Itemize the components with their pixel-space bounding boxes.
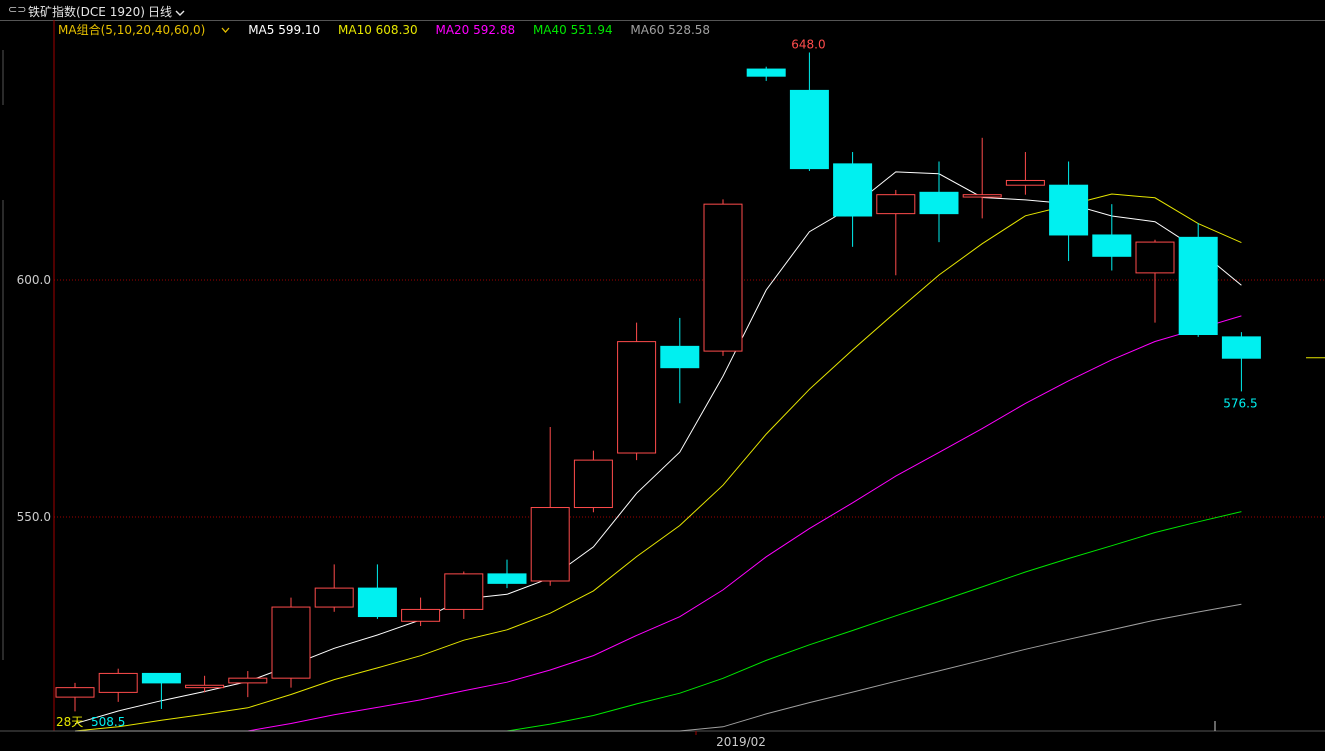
legend-ma10: MA10 608.30 xyxy=(338,23,418,37)
period-selector[interactable]: 日线 xyxy=(148,3,185,20)
legend-ma5: MA5 599.10 xyxy=(248,23,321,37)
candle-body[interactable] xyxy=(833,163,873,217)
candle-body[interactable] xyxy=(703,203,743,352)
ma10-line xyxy=(74,193,1242,732)
candle-body[interactable] xyxy=(1005,179,1045,186)
candlestick-chart[interactable]: 600.0 550.0 2019/02 648.0 576.5 28天 508.5 xyxy=(0,20,1325,751)
candle-body[interactable] xyxy=(962,194,1002,198)
high-price-label: 648.0 xyxy=(791,37,825,51)
candle-body[interactable] xyxy=(185,684,225,689)
candle-body[interactable] xyxy=(919,191,959,215)
legend-ma20: MA20 592.88 xyxy=(435,23,516,37)
candle-body[interactable] xyxy=(98,672,138,693)
candle-body[interactable] xyxy=(660,345,700,369)
candle-body[interactable] xyxy=(789,89,829,170)
symbol-title[interactable]: 铁矿指数(DCE 1920) xyxy=(28,3,145,20)
candle-body[interactable] xyxy=(314,587,354,608)
candle-body[interactable] xyxy=(573,459,613,509)
legend-ma-combo-label: MA组合(5,10,20,40,60,0) xyxy=(58,23,206,37)
x-tick-label: 2019/02 xyxy=(716,735,766,749)
link-icon[interactable]: ⊂⊃ xyxy=(8,3,26,16)
ma20-line xyxy=(75,315,1242,732)
candle-body[interactable] xyxy=(1049,184,1089,236)
chevron-down-icon xyxy=(175,10,185,16)
ma60-line xyxy=(75,603,1242,732)
candle-body[interactable] xyxy=(1221,336,1261,359)
chart-header: ⊂⊃ 铁矿指数(DCE 1920) 日线 xyxy=(0,0,1325,21)
candle-body[interactable] xyxy=(530,507,570,582)
candle-body[interactable] xyxy=(487,573,527,584)
days-label: 28天 xyxy=(56,715,83,729)
candle-body[interactable] xyxy=(141,672,181,684)
candle-body[interactable] xyxy=(1135,241,1175,274)
ma-legend: MA组合(5,10,20,40,60,0) MA5 599.10 MA10 60… xyxy=(58,21,724,37)
candle-body[interactable] xyxy=(617,341,657,454)
ma40-line xyxy=(75,511,1242,732)
candle-body[interactable] xyxy=(357,587,397,618)
candle-body[interactable] xyxy=(401,608,441,622)
candle-body[interactable] xyxy=(228,677,268,684)
legend-ma60: MA60 528.58 xyxy=(630,23,711,37)
candle-body[interactable] xyxy=(1178,236,1218,336)
chevron-down-icon xyxy=(221,27,230,33)
candle-body[interactable] xyxy=(746,68,786,77)
bottom-left-value: 508.5 xyxy=(91,715,125,729)
low-price-label: 576.5 xyxy=(1223,396,1257,410)
candle-body[interactable] xyxy=(55,687,95,698)
period-label: 日线 xyxy=(148,5,173,19)
candle-body[interactable] xyxy=(1092,234,1132,257)
candle-body[interactable] xyxy=(876,194,916,215)
ma5-line xyxy=(74,171,1242,725)
legend-ma40: MA40 551.94 xyxy=(532,23,613,37)
candle-body[interactable] xyxy=(271,606,311,679)
y-tick-label: 550.0 xyxy=(17,510,51,524)
candle-body[interactable] xyxy=(444,573,484,610)
legend-ma-combo[interactable]: MA组合(5,10,20,40,60,0) xyxy=(58,23,230,37)
y-tick-label: 600.0 xyxy=(17,273,51,287)
